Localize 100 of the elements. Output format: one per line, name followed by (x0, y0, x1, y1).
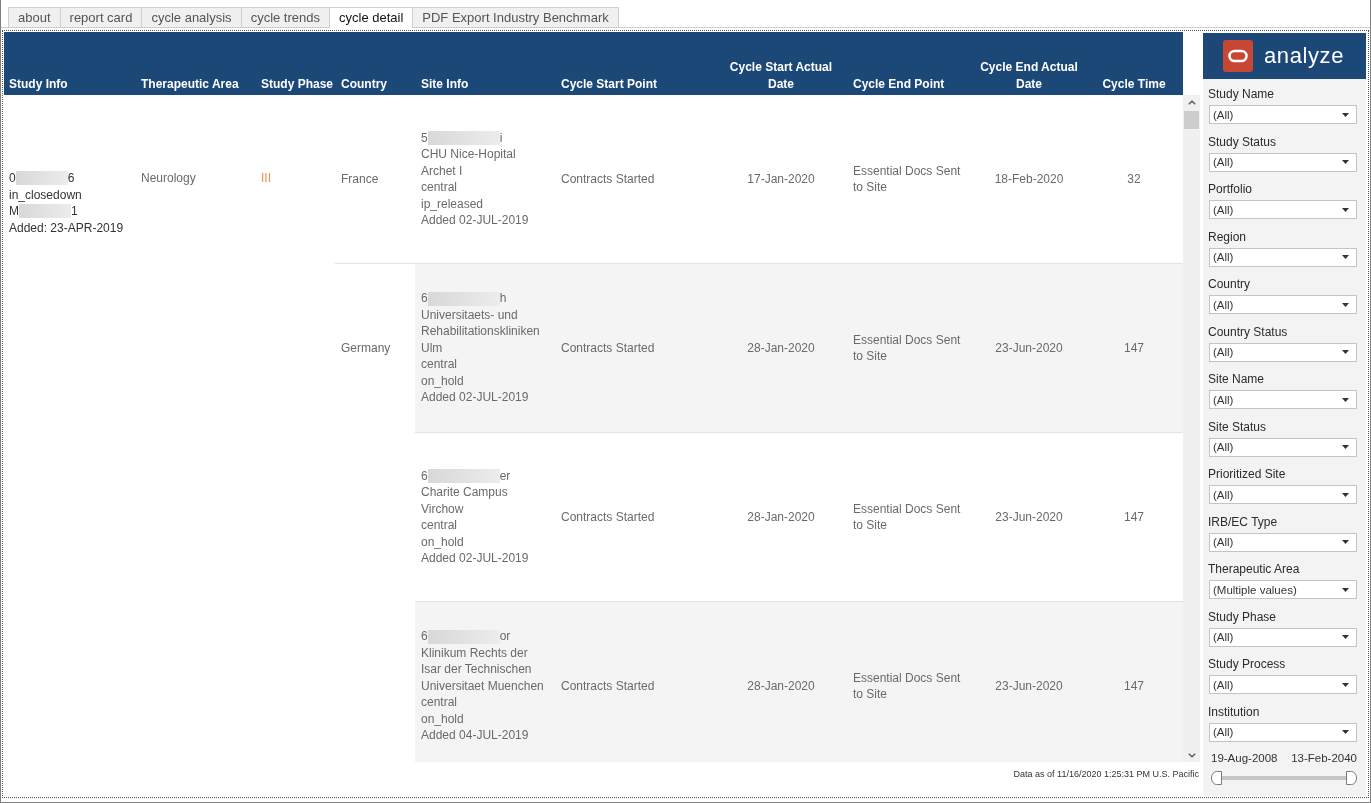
cycle-time-text: 147 (1124, 509, 1144, 524)
start-date-text: 28-Jan-2020 (747, 509, 815, 524)
caret-icon (1342, 397, 1349, 402)
filter-label: Study Status (1208, 134, 1277, 149)
filter-label: Therapeutic Area (1208, 562, 1300, 576)
filter-label: Prioritized Site (1208, 467, 1286, 481)
column-header: Cycle Start Actual Date (728, 59, 834, 93)
column-header: Cycle Time (1102, 76, 1166, 93)
site-id-text: 6 (421, 290, 428, 307)
filter-dropdown[interactable]: (All) (1209, 532, 1357, 552)
start-date-text: 28-Jan-2020 (747, 340, 815, 355)
filter-label: IRB/EC Type (1208, 514, 1278, 529)
filter-label: Site Status (1208, 419, 1267, 434)
logo-text: analyze (1264, 43, 1345, 69)
filter-label: Portfolio (1208, 182, 1253, 196)
range-start-date-text: 19-Aug-2008 (1211, 751, 1278, 765)
filter-dropdown[interactable]: (All) (1209, 485, 1357, 504)
end-point-text: Essential Docs Sent to Site (853, 670, 961, 701)
column-header: Country (341, 76, 387, 93)
tab[interactable]: cycle trends (240, 7, 330, 27)
filter-label: Institution (1208, 704, 1260, 719)
ring-tile-icon (1223, 40, 1253, 72)
column-header: Cycle End Actual Date (979, 59, 1079, 93)
cycle-time-text: 147 (1124, 340, 1144, 355)
caret-icon (1342, 207, 1349, 212)
filter-label: Country Status (1208, 324, 1288, 339)
filter-dropdown[interactable]: (All) (1209, 675, 1357, 694)
site-added-text: Added 02-JUL-2019 (421, 390, 529, 405)
slider-handle[interactable] (1211, 771, 1222, 785)
site-region-text: central (421, 357, 458, 372)
cycle-start-point-text: Contracts Started (561, 171, 655, 186)
site-added-text: Added 02-JUL-2019 (421, 551, 529, 565)
site-id-text: 6 (421, 467, 428, 484)
filter-label: Region (1208, 229, 1247, 244)
filter-dropdown[interactable]: (All) (1209, 437, 1357, 457)
filter-dropdown[interactable]: (All) (1209, 200, 1357, 219)
cycle-time-text: 32 (1127, 171, 1141, 186)
filter-dropdown[interactable]: (All) (1209, 390, 1357, 409)
scrollbar-track[interactable] (1183, 95, 1200, 762)
site-status-text: ip_released (421, 196, 484, 211)
column-header: Cycle End Point (853, 76, 945, 93)
filter-dropdown[interactable]: (All) (1209, 105, 1357, 124)
caret-icon (1342, 540, 1349, 544)
site-id-text: er (499, 467, 511, 484)
caret-icon (1342, 730, 1349, 734)
site-id-text: h (499, 290, 507, 307)
tab[interactable]: cycle analysis (141, 7, 242, 27)
tab[interactable]: PDF Export Industry Benchmark (412, 7, 619, 27)
column-header: Study Phase (261, 76, 334, 93)
start-date-text: 28-Jan-2020 (747, 678, 815, 693)
country-text: Germany (341, 340, 391, 357)
cycle-start-point-text: Contracts Started (561, 509, 655, 524)
site-status-text: on_hold (421, 373, 464, 388)
filter-dropdown[interactable]: (All) (1209, 627, 1357, 647)
site-status-text: on_hold (421, 711, 464, 726)
tab[interactable]: cycle detail (329, 7, 414, 28)
cycle-time-text: 147 (1124, 678, 1144, 693)
end-date-text: 18-Feb-2020 (994, 171, 1064, 186)
column-header: Study Info (9, 76, 68, 93)
filter-dropdown[interactable]: (All) (1209, 247, 1357, 267)
site-id-text: or (499, 628, 511, 645)
filter-dropdown[interactable]: (All) (1209, 722, 1357, 742)
site-added-text: Added 04-JUL-2019 (421, 728, 529, 743)
study-id-text: 6 (67, 170, 75, 187)
caret-icon (1342, 587, 1349, 592)
caret-icon (1342, 445, 1349, 449)
filter-dropdown[interactable]: (All) (1209, 295, 1357, 314)
end-date-text: 23-Jun-2020 (995, 509, 1063, 524)
slider-handle[interactable] (1346, 771, 1357, 785)
filter-label: Country (1208, 277, 1251, 291)
data-timestamp-text: Data as of 11/16/2020 1:25:31 PM U.S. Pacific (1013, 769, 1199, 780)
start-date-text: 17-Jan-2020 (747, 171, 815, 186)
end-date-text: 23-Jun-2020 (995, 678, 1063, 693)
column-header: Therapeutic Area (141, 76, 239, 93)
chevron-up-icon[interactable] (1187, 100, 1196, 105)
tab[interactable]: report card (59, 7, 143, 27)
caret-icon (1342, 635, 1349, 639)
filter-dropdown[interactable]: (All) (1209, 152, 1357, 172)
filter-dropdown[interactable]: (Multiple values) (1209, 580, 1357, 599)
end-point-text: Essential Docs Sent to Site (853, 332, 961, 363)
cycle-start-point-text: Contracts Started (561, 678, 655, 693)
caret-icon (1342, 255, 1349, 259)
study-code-text: 1 (71, 203, 78, 220)
caret-icon (1342, 682, 1349, 687)
chevron-down-icon[interactable] (1187, 753, 1196, 758)
study-code-text: M (9, 203, 19, 220)
column-header: Cycle Start Point (561, 76, 658, 93)
scrollbar-thumb[interactable] (1184, 111, 1199, 129)
site-id-text: 6 (421, 628, 428, 645)
study-id-text: 0 (9, 170, 16, 187)
site-id-text: i (499, 129, 503, 146)
column-header: Site Info (421, 76, 469, 93)
study-added-text: Added: 23-APR-2019 (9, 220, 124, 235)
therapeutic-area-text: Neurology (141, 171, 196, 185)
study-phase-text: III (261, 171, 271, 185)
caret-icon (1342, 160, 1349, 164)
tab[interactable]: about (8, 7, 61, 27)
site-added-text: Added 02-JUL-2019 (421, 213, 529, 227)
filter-label: Site Name (1208, 372, 1265, 386)
filter-dropdown[interactable]: (All) (1209, 342, 1357, 362)
